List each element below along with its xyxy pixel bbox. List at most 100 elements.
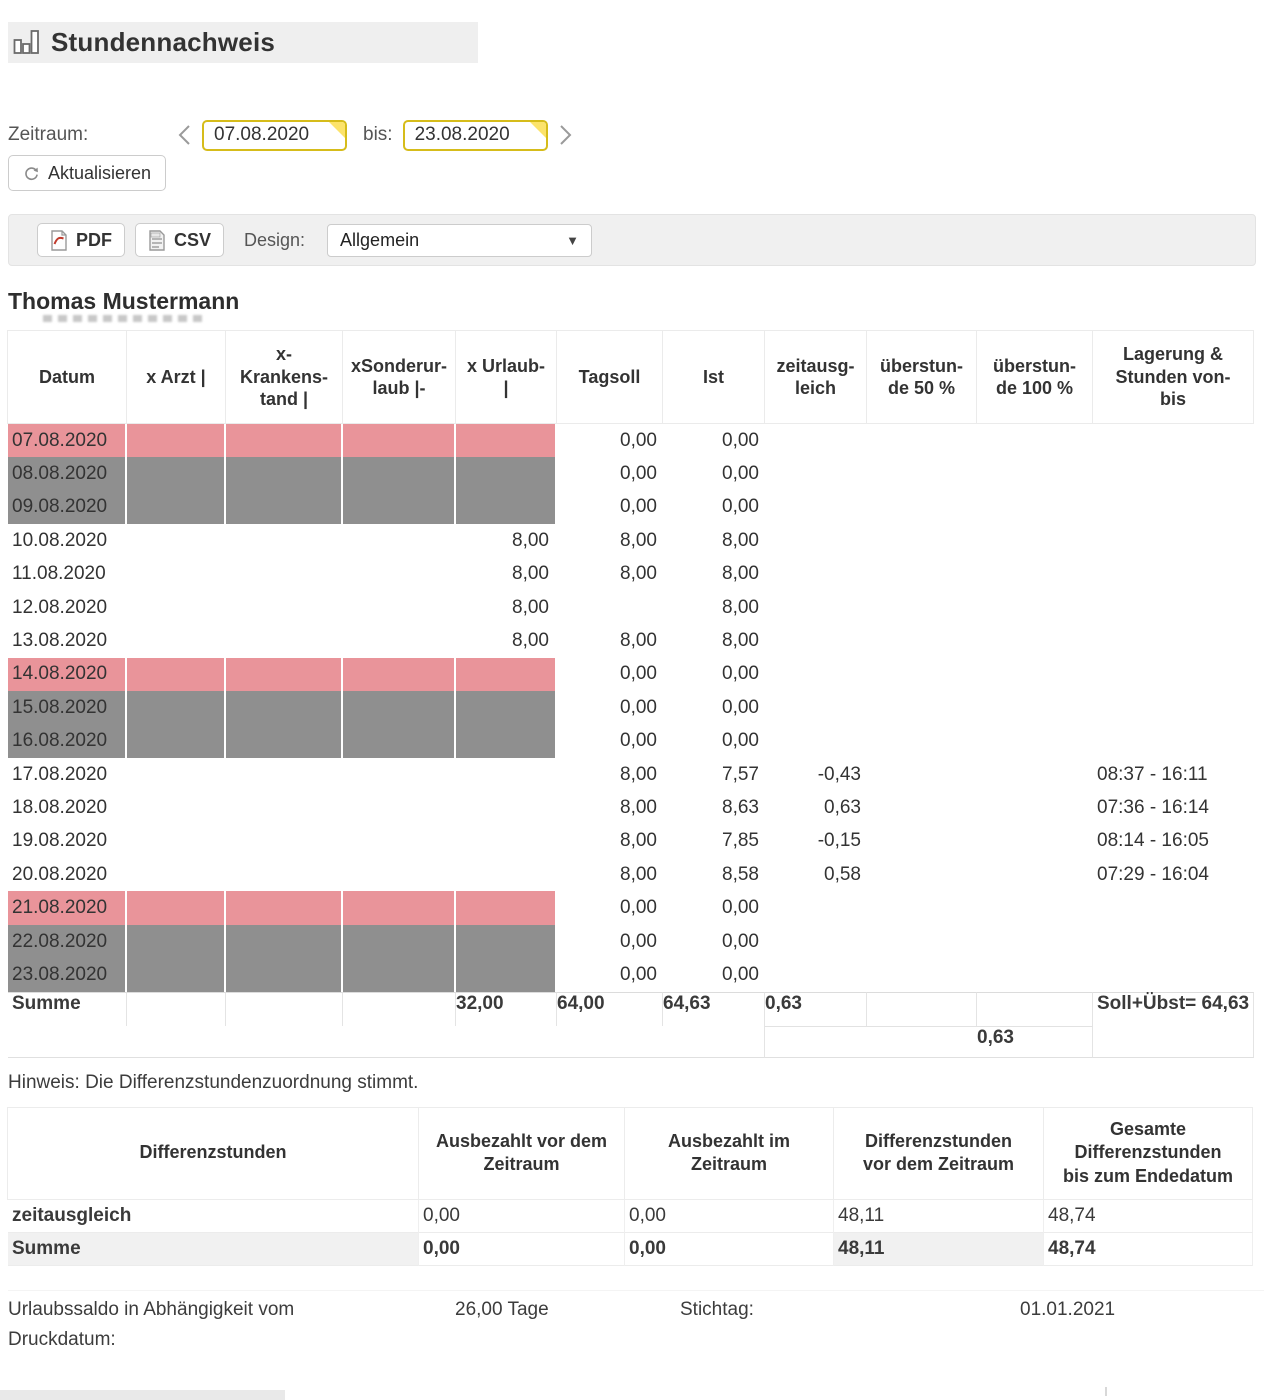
column-header-ueberstunde-50: überstun- de 50 % (866, 330, 977, 424)
cell-urlaub (456, 958, 557, 991)
cell-sonderurlaub (343, 825, 456, 858)
differenzstunden-table: Differenzstunden Ausbezahlt vor dem Zeit… (8, 1108, 1253, 1266)
cell-zeitausgleich (765, 524, 867, 557)
timesheet-row: 13.08.2020 8,00 8,00 8,00 (8, 624, 1254, 657)
cell-ueberstunde-100 (977, 725, 1093, 758)
cell-ist: 7,57 (663, 758, 765, 791)
design-select[interactable]: Allgemein ▼ (327, 224, 592, 257)
cell-ueberstunde-50 (867, 891, 977, 924)
column-header-zeitausgleich: zeitausg- leich (764, 330, 867, 424)
export-toolbar: PDF CSV Design: Allgemein ▼ (8, 214, 1256, 266)
t2-header-diff-vor: Differenzstunden vor dem Zeitraum (833, 1107, 1044, 1200)
cell-arzt (127, 725, 226, 758)
cell-tagsoll: 8,00 (557, 524, 663, 557)
cell-sonderurlaub (343, 558, 456, 591)
cell-datum: 16.08.2020 (8, 725, 127, 758)
cell-tagsoll: 8,00 (557, 825, 663, 858)
cell-ist: 0,00 (663, 725, 765, 758)
cell-ueberstunde-100 (977, 825, 1093, 858)
cell-ist: 0,00 (663, 891, 765, 924)
cell-ueberstunde-100 (977, 524, 1093, 557)
cell-ist: 0,00 (663, 658, 765, 691)
cell-datum: 10.08.2020 (8, 524, 127, 557)
sum-sonderurlaub (343, 992, 456, 1026)
cell-zeitausgleich (765, 891, 867, 924)
cell-tagsoll: 0,00 (557, 691, 663, 724)
caret-down-icon: ▼ (566, 233, 579, 248)
cell-lagerung (1093, 658, 1254, 691)
cell-urlaub (456, 457, 557, 490)
cell-tagsoll: 8,00 (557, 624, 663, 657)
pdf-button-label: PDF (76, 230, 112, 251)
cell-ueberstunde-100 (977, 658, 1093, 691)
cell-tagsoll: 8,00 (557, 858, 663, 891)
cell-zeitausgleich (765, 591, 867, 624)
csv-export-button[interactable]: CSV (135, 223, 224, 257)
cell-ueberstunde-50 (867, 424, 977, 457)
cell-ist: 8,00 (663, 558, 765, 591)
subrow-ueberstunde-50 (867, 1026, 977, 1058)
cell-ueberstunde-100 (977, 457, 1093, 490)
cell-krankenstand (226, 958, 343, 991)
cell-ueberstunde-50 (867, 825, 977, 858)
cell-sonderurlaub (343, 691, 456, 724)
sum-zeitausgleich: 0,63 (765, 992, 867, 1026)
subrow-lagerung (1093, 1026, 1254, 1058)
timesheet-sum-subrow: 0,63 (8, 1026, 1254, 1058)
cell-zeitausgleich: 0,58 (765, 858, 867, 891)
t2-cell-ausbezahlt-vor: 0,00 (419, 1200, 625, 1233)
timesheet-row: 22.08.2020 0,00 0,00 (8, 925, 1254, 958)
chevron-left-icon[interactable] (172, 120, 198, 150)
pdf-export-button[interactable]: PDF (37, 223, 125, 257)
column-header-krankenstand: x- Krankens- tand | (225, 330, 343, 424)
cell-sonderurlaub (343, 658, 456, 691)
cell-ueberstunde-50 (867, 958, 977, 991)
timesheet-row: 21.08.2020 0,00 0,00 (8, 891, 1254, 924)
cell-ueberstunde-50 (867, 624, 977, 657)
cell-arzt (127, 624, 226, 657)
cell-ueberstunde-100 (977, 691, 1093, 724)
cutoff-element-bar (0, 1390, 285, 1400)
cell-ueberstunde-50 (867, 858, 977, 891)
cell-urlaub: 8,00 (456, 558, 557, 591)
sum-lagerung: Soll+Übst= 64,63 (1093, 992, 1254, 1026)
cell-urlaub (456, 758, 557, 791)
cell-tagsoll: 0,00 (557, 457, 663, 490)
date-to-input[interactable] (403, 120, 548, 151)
differenzstunden-header-row: Differenzstunden Ausbezahlt vor dem Zeit… (8, 1108, 1253, 1200)
cell-ueberstunde-100 (977, 925, 1093, 958)
column-header-lagerung: Lagerung & Stunden von- bis (1092, 330, 1254, 424)
vacation-balance-section: Urlaubssaldo in Abhängigkeit vom Druckda… (8, 1290, 1264, 1355)
cell-arzt (127, 491, 226, 524)
page-title: Stundennachweis (51, 27, 275, 58)
date-from-input[interactable] (202, 120, 347, 151)
cell-ueberstunde-100 (977, 891, 1093, 924)
cell-zeitausgleich: 0,63 (765, 791, 867, 824)
t2-cell-diff-vor: 48,11 (834, 1200, 1044, 1233)
cell-tagsoll: 0,00 (557, 958, 663, 991)
cell-urlaub (456, 791, 557, 824)
cell-arzt (127, 958, 226, 991)
column-header-datum: Datum (7, 330, 127, 424)
cell-datum: 18.08.2020 (8, 791, 127, 824)
cell-sonderurlaub (343, 491, 456, 524)
cell-datum: 17.08.2020 (8, 758, 127, 791)
t2-header-gesamt: Gesamte Differenzstunden bis zum Endedat… (1043, 1107, 1253, 1200)
timesheet-row: 08.08.2020 0,00 0,00 (8, 457, 1254, 490)
t2-cell-ausbezahlt-vor: 0,00 (419, 1233, 625, 1266)
cell-tagsoll: 0,00 (557, 925, 663, 958)
t2-cell-label: zeitausgleich (8, 1200, 419, 1233)
cell-zeitausgleich (765, 624, 867, 657)
cell-ueberstunde-50 (867, 558, 977, 591)
cell-tagsoll: 0,00 (557, 491, 663, 524)
bis-label: bis: (363, 124, 393, 146)
chevron-right-icon[interactable] (552, 120, 578, 150)
cell-urlaub (456, 891, 557, 924)
refresh-button[interactable]: Aktualisieren (8, 155, 166, 191)
cell-datum: 23.08.2020 (8, 958, 127, 991)
cell-zeitausgleich (765, 457, 867, 490)
cell-urlaub (456, 691, 557, 724)
timesheet-sum-row: Summe 32,00 64,00 64,63 0,63 Soll+Übst= … (8, 992, 1254, 1026)
sum-tagsoll: 64,00 (557, 992, 663, 1026)
stichtag-value: 01.01.2021 (1020, 1295, 1264, 1355)
